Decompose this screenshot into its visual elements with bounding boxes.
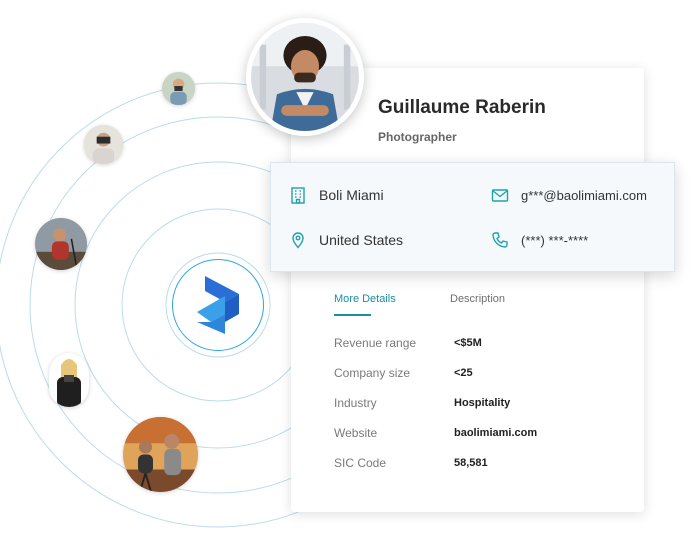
phone-icon <box>491 231 509 249</box>
website-link[interactable]: baolimiami.com <box>454 427 537 439</box>
detail-row-revenue: Revenue range <$5M <box>334 336 634 354</box>
detail-label: SIC Code <box>334 456 387 470</box>
brand-logo-icon <box>197 276 239 334</box>
detail-label: Industry <box>334 396 377 410</box>
tab-more-details[interactable]: More Details <box>334 293 396 305</box>
profile-card <box>291 68 644 512</box>
location-value: United States <box>319 232 404 248</box>
phone-value[interactable]: (***) ***-**** <box>521 233 588 248</box>
avatar-photographer-1[interactable] <box>162 72 195 105</box>
profile-title: Photographer <box>378 130 457 144</box>
profile-name: Guillaume Raberin <box>378 97 546 118</box>
detail-value: <$5M <box>454 337 482 349</box>
person-photo-icon <box>123 417 198 492</box>
detail-label: Revenue range <box>334 336 417 350</box>
detail-value: <25 <box>454 367 473 379</box>
detail-value: Hospitality <box>454 397 511 409</box>
brand-logo <box>172 259 264 351</box>
company-name: Boli Miami <box>319 187 384 203</box>
contact-info-box: Boli Miami g***@baolimiami.com United St… <box>270 162 675 272</box>
person-photo-icon <box>84 125 123 164</box>
active-tab-indicator <box>334 314 371 316</box>
location-item: United States <box>289 231 403 249</box>
company-item: Boli Miami <box>289 186 384 204</box>
detail-row-sic-code: SIC Code 58,581 <box>334 456 634 474</box>
detail-label: Website <box>334 426 378 440</box>
avatar-photographer-3[interactable] <box>35 218 87 270</box>
person-photo-icon <box>251 23 359 131</box>
avatar-photographer-2[interactable] <box>84 125 123 164</box>
detail-value: 58,581 <box>454 457 488 469</box>
tab-description[interactable]: Description <box>450 293 505 305</box>
phone-item[interactable]: (***) ***-**** <box>491 231 588 249</box>
building-icon <box>289 186 307 204</box>
email-value[interactable]: g***@baolimiami.com <box>521 188 647 203</box>
detail-row-industry: Industry Hospitality <box>334 396 634 414</box>
person-photo-icon <box>162 72 195 105</box>
avatar-photographer-5[interactable] <box>123 417 198 492</box>
detail-label: Company size <box>334 366 411 380</box>
avatar-photographer-4[interactable] <box>49 353 89 407</box>
profile-avatar[interactable] <box>246 18 364 136</box>
email-item[interactable]: g***@baolimiami.com <box>491 186 647 204</box>
person-photo-icon <box>35 218 87 270</box>
person-photo-icon <box>49 353 89 407</box>
map-pin-icon <box>289 231 307 249</box>
envelope-icon <box>491 186 509 204</box>
detail-row-website: Website baolimiami.com <box>334 426 634 444</box>
detail-row-company-size: Company size <25 <box>334 366 634 384</box>
